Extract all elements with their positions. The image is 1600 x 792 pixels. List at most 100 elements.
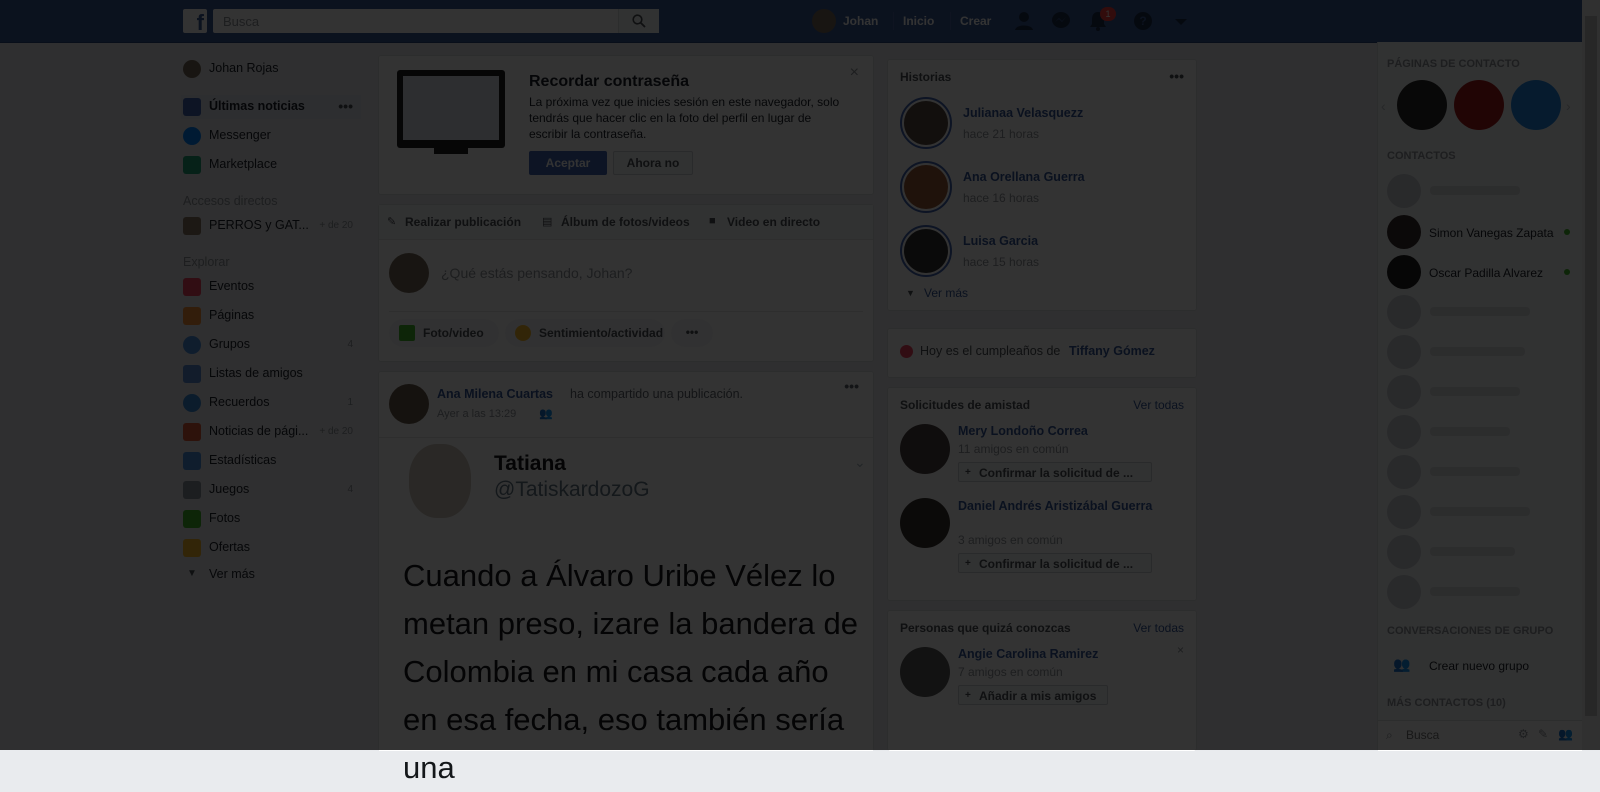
story-avatar[interactable] [900,161,952,213]
sidebar-item-insights[interactable]: Estadísticas [183,449,359,473]
post-options-icon[interactable]: ••• [844,378,859,394]
sidebar-item-messenger[interactable]: Messenger [183,124,359,148]
sidebar-item-events[interactable]: Eventos [183,275,359,299]
stories-see-more[interactable]: Ver más [924,286,968,300]
photo-video-button[interactable]: Foto/video [389,319,499,347]
tab-live-video[interactable]: Video en directo [727,215,820,229]
sidebar-item-label: Ver más [209,567,255,581]
post-action-text: ha compartido una publicación. [570,387,744,401]
stories-options-icon[interactable]: ••• [1169,68,1184,84]
contact-page-avatar[interactable] [1397,80,1447,130]
user-avatar[interactable] [812,9,836,33]
scrollbar-thumb[interactable] [1585,16,1597,716]
profile-link[interactable]: Johan [843,14,878,28]
tab-photo-album[interactable]: Álbum de fotos/videos [561,215,690,229]
requester-avatar[interactable] [900,498,950,548]
confirm-request-button[interactable]: + Confirmar la solicitud de ... [958,553,1152,573]
story-name[interactable]: Luisa Garcia [963,234,1038,248]
new-message-icon[interactable]: ✎ [1538,727,1548,741]
account-menu-chevron-down-icon[interactable] [1170,11,1192,31]
sidebar-see-more[interactable]: ▼ Ver más [183,564,359,588]
birthday-person-link[interactable]: Tiffany Gómez [1069,344,1155,358]
facebook-logo[interactable]: f [183,9,207,33]
create-group-button[interactable]: 👥 Crear nuevo grupo [1387,648,1587,682]
sidebar-item-games[interactable]: Juegos 4 [183,478,359,502]
create-group-icon: 👥 [1393,656,1411,672]
sidebar-item-news-feed[interactable]: Últimas noticias ••• [181,95,361,119]
more-options-icon[interactable]: ••• [671,319,713,347]
chevron-right-icon[interactable]: › [1566,98,1571,114]
divider [389,311,863,312]
accept-button[interactable]: Aceptar [529,151,607,175]
contact-page-avatar[interactable] [1454,80,1504,130]
sidebar-item-label: Marketplace [209,157,278,171]
sidebar-item-memories[interactable]: Recuerdos 1 [183,391,359,415]
close-icon[interactable]: × [1177,643,1184,657]
contact-avatar[interactable] [1387,215,1421,249]
close-icon[interactable]: × [850,64,859,82]
home-link[interactable]: Inicio [903,14,934,28]
requester-avatar[interactable] [900,424,950,474]
story-avatar[interactable] [900,225,952,277]
requester-name[interactable]: Mery Londoño Correa [958,424,1088,438]
see-all-link[interactable]: Ver todas [1133,621,1184,635]
people-you-may-know-card: Personas que quizá conozcas Ver todas An… [887,610,1197,751]
contact-page-avatar[interactable] [1511,80,1561,130]
add-friend-icon: + [965,690,971,701]
sidebar-item-label: Estadísticas [209,453,277,467]
post-author-avatar[interactable] [389,384,429,424]
confirm-request-button[interactable]: + Confirmar la solicitud de ... [958,462,1152,482]
contact-name[interactable]: Simon Vanegas Zapata [1429,226,1554,240]
contact-avatar[interactable] [1387,255,1421,289]
pages-feed-icon [183,423,201,441]
sidebar-item-pages-feed[interactable]: Noticias de pági... + de 20 [183,420,359,444]
chevron-down-icon: ⌄ [854,454,866,470]
friend-requests-icon[interactable] [1013,11,1035,31]
shared-tweet-image[interactable]: Tatiana @TatiskardozoG ⌄ Cuando a Álvaro… [379,438,873,785]
search-input[interactable] [221,13,625,30]
notifications-badge: 1 [1100,7,1116,21]
sidebar-item-label: Grupos [209,337,250,351]
tab-create-post[interactable]: Realizar publicación [405,215,521,229]
offers-tag-icon [183,539,201,557]
sidebar-item-label: Fotos [209,511,241,525]
story-avatar[interactable] [900,97,952,149]
search-box[interactable] [213,9,659,33]
add-friend-button[interactable]: + Añadir a mis amigos [958,685,1108,705]
chevron-left-icon[interactable]: ‹ [1381,98,1386,114]
sidebar-item-offers[interactable]: Ofertas [183,536,359,560]
story-name[interactable]: Ana Orellana Guerra [963,170,1085,184]
sidebar-item-profile[interactable]: Johan Rojas [183,57,359,81]
sidebar-item-count: 4 [347,339,353,350]
add-friend-label: Añadir a mis amigos [979,689,1097,703]
post-timestamp[interactable]: Ayer a las 13:29 [437,408,516,420]
messenger-icon[interactable] [1050,11,1072,31]
decline-button[interactable]: Ahora no [613,151,693,175]
sidebar-item-label: Eventos [209,279,255,293]
sidebar-item-photos[interactable]: Fotos [183,507,359,531]
post-author-name[interactable]: Ana Milena Cuartas [437,387,553,401]
feeling-activity-button[interactable]: Sentimiento/actividad [505,319,665,347]
requester-name[interactable]: Daniel Andrés Aristizábal Guerra [958,498,1168,515]
more-options-icon[interactable]: ••• [338,98,353,114]
sidebar-item-friend-lists[interactable]: Listas de amigos [183,362,359,386]
new-group-icon[interactable]: 👥 [1558,727,1573,741]
create-link[interactable]: Crear [960,14,991,28]
see-all-link[interactable]: Ver todas [1133,398,1184,412]
contact-name[interactable]: Oscar Padilla Alvarez [1429,266,1543,280]
sidebar-item-shortcut[interactable]: PERROS y GAT... + de 20 [183,214,359,238]
suggestion-avatar[interactable] [900,647,950,697]
sidebar-item-pages[interactable]: Páginas [183,304,359,328]
help-icon[interactable]: ? [1132,11,1154,31]
settings-gear-icon[interactable]: ⚙ [1518,727,1529,741]
chat-search-input[interactable] [1404,727,1508,743]
sidebar-item-groups[interactable]: Grupos 4 [183,333,359,357]
story-name[interactable]: Julianaa Velasquezz [963,106,1083,120]
composer-input[interactable]: ¿Qué estás pensando, Johan? [441,265,632,281]
suggestion-name[interactable]: Angie Carolina Ramirez [958,647,1098,661]
sidebar-item-count: + de 20 [319,426,353,437]
add-friend-icon: + [965,558,971,569]
search-button[interactable] [618,9,659,33]
sidebar-item-marketplace[interactable]: Marketplace [183,153,359,177]
sidebar-item-count: 1 [347,397,353,408]
